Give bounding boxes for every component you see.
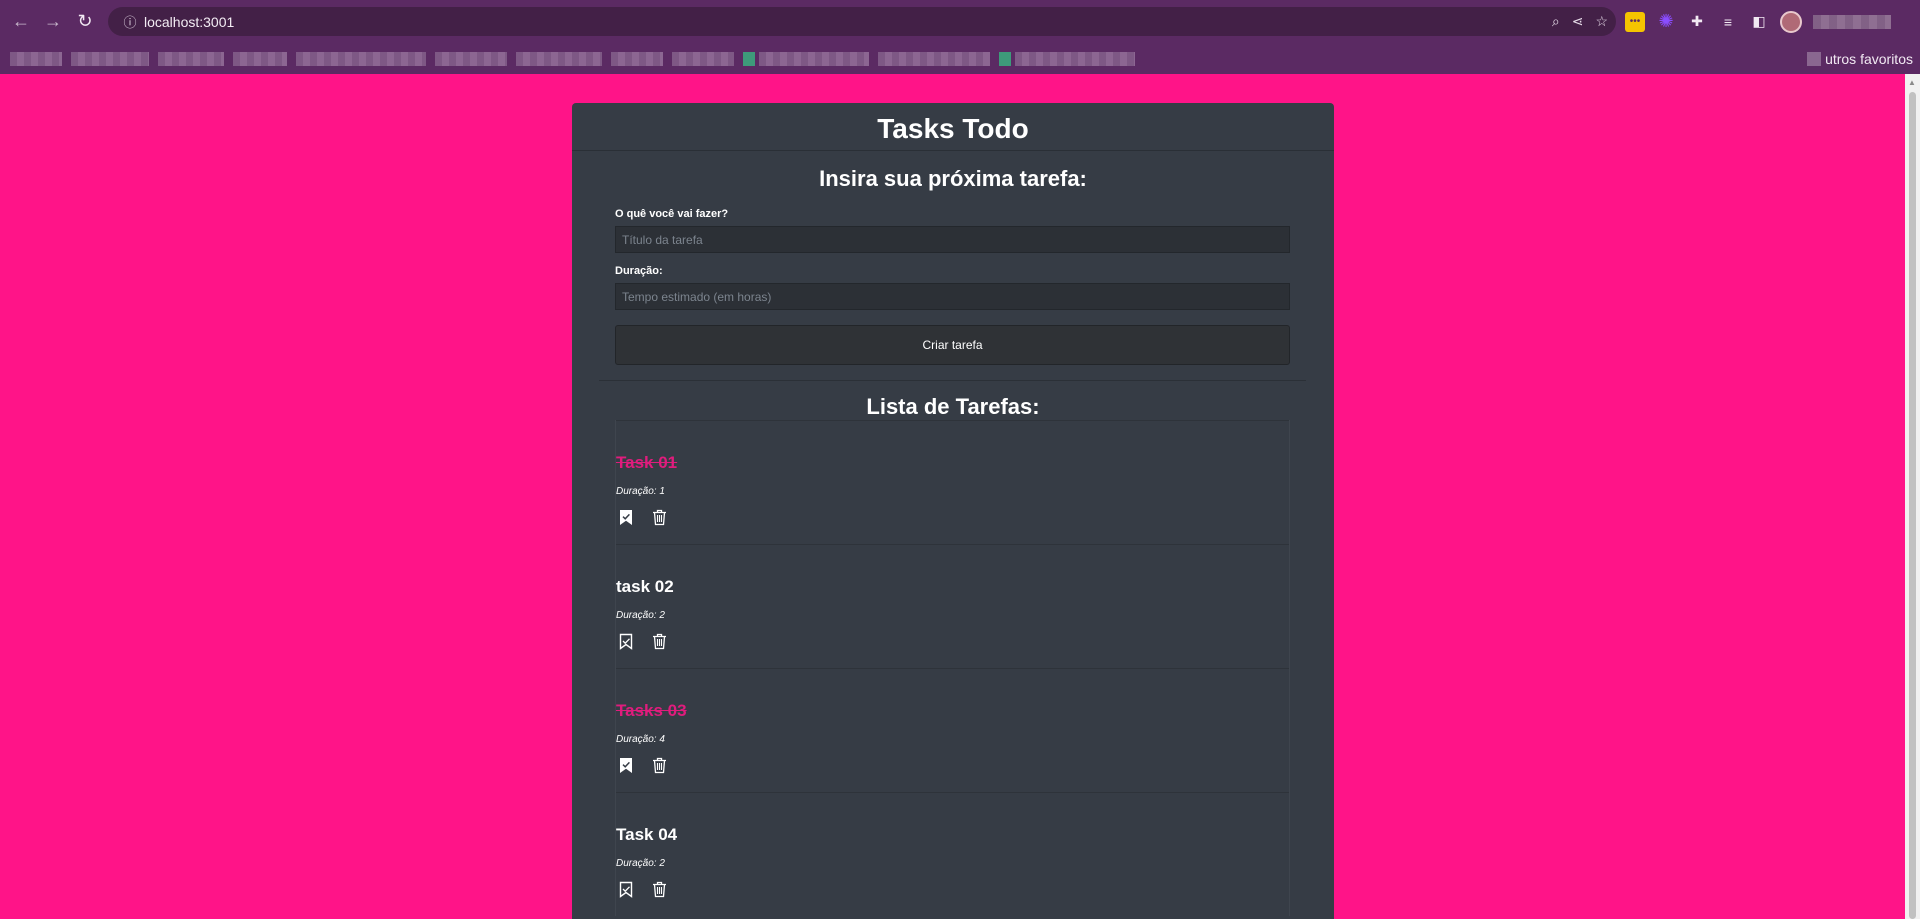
task-title-label: O quê você vai fazer? (615, 208, 729, 220)
bookmark-item[interactable] (296, 51, 426, 66)
extension-yellow-icon[interactable]: ••• (1625, 11, 1645, 32)
duration-value: 4 (659, 734, 665, 745)
bookmark-item[interactable] (10, 51, 62, 66)
duration-input[interactable] (615, 283, 1290, 310)
star-icon[interactable]: ☆ (1595, 13, 1608, 30)
duration-prefix: Duração: (616, 610, 657, 621)
task-item: Tasks 03 Duração: 4 (616, 668, 1289, 792)
trash-icon[interactable] (649, 754, 669, 776)
scroll-up-icon[interactable]: ▲ (1908, 78, 1916, 87)
bookmark-item[interactable] (435, 51, 507, 66)
omnibox-actions: ⌕ ⋖ ☆ (1552, 7, 1608, 36)
bookmark-item[interactable] (878, 51, 990, 66)
side-panel-icon[interactable]: ◧ (1749, 12, 1769, 32)
task-list-heading: Lista de Tarefas: (866, 394, 1040, 419)
task-item: Task 01 Duração: 1 (616, 420, 1289, 544)
browser-toolbar: ← → ↻ ⓘ localhost:3001 ⌕ ⋖ ☆ ••• ✺ ✚ ≡ ◧ (0, 0, 1920, 43)
bookmark-item[interactable] (71, 51, 149, 66)
task-title: Task 01 (616, 453, 678, 472)
scrollbar-thumb[interactable] (1909, 92, 1916, 919)
duration-value: 1 (659, 486, 665, 497)
task-title: task 02 (616, 577, 674, 596)
task-duration: Duração: 2 (616, 858, 665, 869)
trash-icon[interactable] (649, 506, 669, 528)
task-title: Task 04 (616, 825, 678, 844)
title-divider (572, 150, 1334, 151)
duration-value: 2 (659, 610, 665, 621)
create-task-button[interactable]: Criar tarefa (615, 325, 1290, 365)
task-duration: Duração: 4 (616, 734, 665, 745)
address-bar[interactable]: ⓘ localhost:3001 ⌕ ⋖ ☆ (108, 7, 1616, 36)
task-list: Task 01 Duração: 1 task 02 Duração: 2 Tasks … (615, 420, 1290, 916)
duration-prefix: Duração: (616, 734, 657, 745)
bookmark-favicon (999, 51, 1011, 66)
bookmark-filled-icon[interactable] (616, 506, 636, 528)
duration-prefix: Duração: (616, 486, 657, 497)
share-icon[interactable]: ⋖ (1572, 13, 1584, 30)
reading-list-icon[interactable]: ≡ (1718, 12, 1738, 32)
zoom-icon[interactable]: ⌕ (1552, 13, 1560, 30)
profile-avatar[interactable] (1780, 10, 1802, 33)
bookmarks-bar: utros favoritos (0, 43, 1920, 74)
page-scrollbar[interactable]: ▲ (1905, 74, 1920, 919)
duration-value: 2 (659, 858, 665, 869)
address-url[interactable]: localhost:3001 (144, 14, 234, 30)
extensions-area: ••• ✺ ✚ ≡ ◧ (1625, 8, 1891, 35)
trash-icon[interactable] (649, 878, 669, 900)
task-title: Tasks 03 (616, 701, 687, 720)
bookmark-item[interactable] (672, 51, 734, 66)
extensions-puzzle-icon[interactable]: ✚ (1687, 12, 1707, 32)
bookmark-filled-icon[interactable] (616, 754, 636, 776)
form-heading: Insira sua próxima tarefa: (819, 166, 1087, 191)
bookmark-item[interactable] (516, 51, 602, 66)
bookmark-item[interactable] (1015, 51, 1135, 66)
bookmark-item[interactable] (233, 51, 287, 66)
form-divider (599, 380, 1306, 381)
extension-purple-icon[interactable]: ✺ (1656, 11, 1676, 32)
task-title-input[interactable] (615, 226, 1290, 253)
profile-name-blurred[interactable] (1813, 14, 1891, 29)
bookmark-icon[interactable] (616, 630, 636, 652)
site-info-icon[interactable]: ⓘ (116, 12, 144, 31)
back-arrow-icon[interactable]: ← (5, 6, 37, 38)
browser-chrome: ← → ↻ ⓘ localhost:3001 ⌕ ⋖ ☆ ••• ✺ ✚ ≡ ◧ (0, 0, 1920, 74)
task-item: Task 04 Duração: 2 (616, 792, 1289, 916)
task-item: task 02 Duração: 2 (616, 544, 1289, 668)
app-title: Tasks Todo (877, 113, 1029, 144)
duration-prefix: Duração: (616, 858, 657, 869)
task-duration: Duração: 1 (616, 486, 665, 497)
other-bookmarks[interactable]: utros favoritos (1807, 51, 1913, 67)
duration-label: Duração: (615, 265, 663, 277)
bookmark-item[interactable] (611, 51, 663, 66)
reload-icon[interactable]: ↻ (69, 6, 101, 38)
other-bookmarks-label: utros favoritos (1825, 51, 1913, 67)
task-duration: Duração: 2 (616, 610, 665, 621)
app-card: Tasks Todo Insira sua próxima tarefa: O … (572, 103, 1334, 919)
forward-arrow-icon[interactable]: → (37, 6, 69, 38)
bookmark-icon[interactable] (616, 878, 636, 900)
bookmark-item[interactable] (158, 51, 224, 66)
folder-icon (1807, 52, 1822, 66)
bookmark-item[interactable] (759, 51, 869, 66)
bookmark-favicon (743, 51, 755, 66)
trash-icon[interactable] (649, 630, 669, 652)
